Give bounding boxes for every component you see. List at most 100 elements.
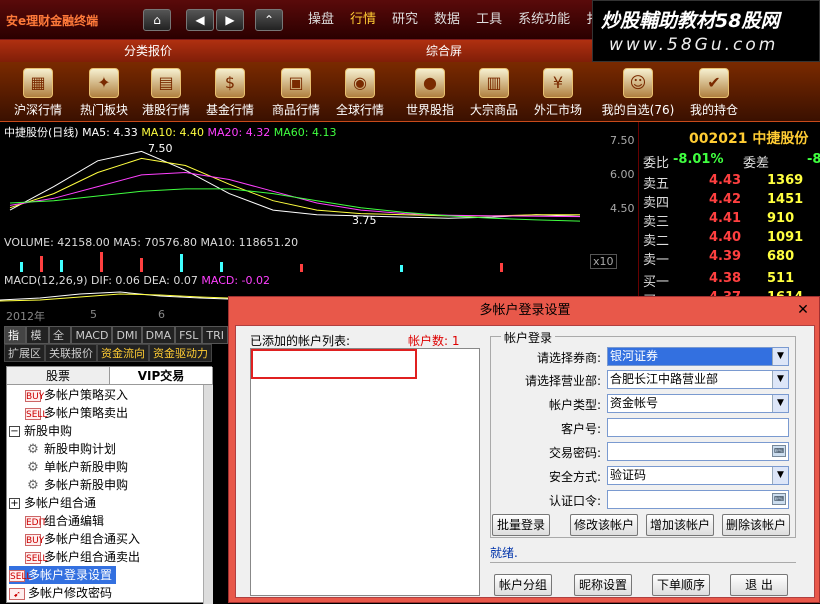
chevron-down-icon[interactable]: ▼ bbox=[772, 467, 788, 484]
tree-item-ipo-subscribe[interactable]: − 新股申购 bbox=[9, 422, 72, 440]
tool-my-watchlist[interactable]: ☺ 我的自选(76) bbox=[598, 62, 678, 122]
exit-button[interactable]: 退 出 bbox=[730, 574, 788, 596]
tree-item-ipo-plan[interactable]: ⚙ 新股申购计划 bbox=[25, 440, 116, 458]
auth-code-label: 认证口令: bbox=[548, 494, 601, 508]
tab-fund-flow[interactable]: 资金流向 bbox=[97, 344, 149, 362]
tab-template[interactable]: 模板 bbox=[26, 326, 49, 360]
add-account-button[interactable]: 增加该帐户 bbox=[646, 514, 714, 536]
ask4-row[interactable]: 卖四 4.42 1451 bbox=[643, 192, 819, 211]
tree-tab-stock[interactable]: 股票 bbox=[7, 367, 110, 384]
client-id-input[interactable] bbox=[607, 418, 789, 437]
chevron-down-icon[interactable]: ▼ bbox=[772, 395, 788, 412]
dialog-title: 多帐户登录设置 bbox=[479, 303, 571, 318]
chevron-down-icon[interactable]: ▼ bbox=[772, 348, 788, 365]
left-arrow-icon: ◀ bbox=[195, 13, 205, 27]
tree-item-single-ipo[interactable]: ⚙ 单帐户新股申购 bbox=[25, 458, 128, 476]
tree-item-multi-strategy-buy[interactable]: BUY多帐户策略买入 bbox=[25, 386, 128, 404]
broker-select[interactable]: 银河证券 ▼ bbox=[607, 347, 789, 366]
menu-system[interactable]: 系统功能 bbox=[510, 0, 578, 40]
ask1-row[interactable]: 卖一 4.39 680 bbox=[643, 249, 819, 268]
tab-tri[interactable]: TRI bbox=[202, 326, 229, 344]
tree-item-multi-change-password[interactable]: ➹ 多帐户修改密码 bbox=[9, 584, 112, 602]
tab-macd[interactable]: MACD bbox=[71, 326, 113, 344]
delete-account-button[interactable]: 删除该帐户 bbox=[722, 514, 790, 536]
close-icon[interactable]: ✕ bbox=[795, 302, 811, 318]
quote-stock-code-name: 002021 中捷股份 bbox=[689, 131, 809, 147]
back-button[interactable]: ◀ bbox=[186, 9, 214, 31]
nickname-settings-button[interactable]: 昵称设置 bbox=[574, 574, 632, 596]
menu-tools[interactable]: 工具 bbox=[468, 0, 510, 40]
main-menu: 操盘 行情 研究 数据 工具 系统功能 扌 bbox=[300, 0, 607, 40]
tool-sh-sz-quotes[interactable]: ▦ 沪深行情 bbox=[6, 62, 70, 122]
account-list[interactable] bbox=[250, 348, 480, 596]
tree-item-combo-edit[interactable]: EDIT组合通编辑 bbox=[25, 512, 104, 530]
tree-item-multi-strategy-sell[interactable]: SELL多帐户策略卖出 bbox=[25, 404, 128, 422]
trade-password-label: 交易密码: bbox=[548, 446, 601, 460]
tree-item-combo-sell[interactable]: SELL多帐户组合通卖出 bbox=[25, 548, 140, 566]
ask2-row[interactable]: 卖二 4.40 1091 bbox=[643, 230, 819, 249]
tree-item-multi-login-settings[interactable]: SELL多帐户登录设置 bbox=[9, 566, 117, 584]
tree-tab-vip-trade[interactable]: VIP交易 bbox=[110, 367, 213, 384]
tool-hot-sector[interactable]: ✦ 热门板块 bbox=[72, 62, 136, 122]
volume-unit-label: x10 bbox=[590, 254, 617, 269]
tool-forex[interactable]: ¥ 外汇市场 bbox=[526, 62, 590, 122]
auth-code-input[interactable]: ⌨ bbox=[607, 490, 789, 509]
tab-dmi[interactable]: DMI bbox=[112, 326, 142, 344]
forward-button[interactable]: ▶ bbox=[216, 9, 244, 31]
tool-my-holdings[interactable]: ✔ 我的持仓 bbox=[682, 62, 746, 122]
tool-global-quotes[interactable]: ◉ 全球行情 bbox=[328, 62, 392, 122]
tab-related-quotes[interactable]: 关联报价 bbox=[45, 344, 97, 362]
section-category-quotes[interactable]: 分类报价 bbox=[0, 40, 296, 62]
hk-stock-icon: ▤ bbox=[151, 68, 181, 98]
chevron-down-icon[interactable]: ▼ bbox=[772, 371, 788, 388]
volume-bars bbox=[20, 252, 503, 272]
tool-world-index[interactable]: ● 世界股指 bbox=[398, 62, 462, 122]
tool-commodity-quotes[interactable]: ▣ 商品行情 bbox=[264, 62, 328, 122]
collapse-up-button[interactable]: ⌃ bbox=[255, 9, 283, 31]
tree-item-multi-ipo[interactable]: ⚙ 多帐户新股申购 bbox=[25, 476, 128, 494]
expand-icon[interactable]: + bbox=[9, 498, 20, 509]
keyboard-icon[interactable]: ⌨ bbox=[772, 493, 786, 505]
tool-fund-quotes[interactable]: $ 基金行情 bbox=[198, 62, 262, 122]
branch-label: 请选择营业部: bbox=[524, 374, 601, 388]
double-up-icon: ⌃ bbox=[263, 13, 275, 27]
tree-item-combo-buy[interactable]: BUY多帐户组合通买入 bbox=[25, 530, 140, 548]
tab-extension[interactable]: 扩展区 bbox=[4, 344, 45, 362]
ask3-row[interactable]: 卖三 4.41 910 bbox=[643, 211, 819, 230]
tab-indicator[interactable]: 指标 bbox=[4, 326, 27, 360]
quote-ratio-row: 委比 -8.01% 委差 -81 bbox=[643, 152, 820, 171]
keyboard-icon[interactable]: ⌨ bbox=[772, 445, 786, 457]
account-type-select[interactable]: 资金帐号 ▼ bbox=[607, 394, 789, 413]
menu-quotes[interactable]: 行情 bbox=[342, 0, 384, 40]
tab-fund-driver[interactable]: 资金驱动力 bbox=[149, 344, 212, 362]
menu-research[interactable]: 研究 bbox=[384, 0, 426, 40]
order-sequence-button[interactable]: 下单顺序 bbox=[652, 574, 710, 596]
tool-bulk-commodity[interactable]: ▥ 大宗商品 bbox=[462, 62, 526, 122]
collapse-icon[interactable]: − bbox=[9, 426, 20, 437]
kline-chart-area[interactable]: 中捷股份(日线) MA5: 4.33 MA10: 4.40 MA20: 4.32… bbox=[0, 122, 638, 323]
tab-fsl[interactable]: FSL bbox=[175, 326, 203, 344]
tab-all[interactable]: 全部 bbox=[48, 326, 72, 360]
my-watchlist-icon: ☺ bbox=[623, 68, 653, 98]
section-bar: 分类报价 综合屏 bbox=[0, 40, 592, 62]
tab-dma[interactable]: DMA bbox=[141, 326, 176, 344]
batch-login-button[interactable]: 批量登录 bbox=[492, 514, 550, 536]
x-tick-1: 5 bbox=[90, 308, 97, 321]
tree-scrollbar[interactable] bbox=[203, 385, 213, 604]
lock-icon: ➹ bbox=[9, 587, 25, 600]
menu-trade[interactable]: 操盘 bbox=[300, 0, 342, 40]
tool-hk-quotes[interactable]: ▤ 港股行情 bbox=[134, 62, 198, 122]
y-tick-2: 6.00 bbox=[610, 168, 635, 181]
bid1-row[interactable]: 买一 4.38 511 bbox=[643, 271, 819, 290]
account-login-group: 帐户登录 请选择券商: 银河证券 ▼ 请选择营业部: 合肥长江中路营业部 ▼ 帐户类… bbox=[490, 329, 796, 538]
home-button[interactable]: ⌂ bbox=[143, 9, 171, 31]
trade-password-input[interactable]: ⌨ bbox=[607, 442, 789, 461]
security-mode-select[interactable]: 验证码 ▼ bbox=[607, 466, 789, 485]
menu-data[interactable]: 数据 bbox=[426, 0, 468, 40]
section-composite[interactable]: 综合屏 bbox=[296, 40, 592, 62]
ask5-row[interactable]: 卖五 4.43 1369 bbox=[643, 173, 819, 192]
modify-account-button[interactable]: 修改该帐户 bbox=[570, 514, 638, 536]
account-group-button[interactable]: 帐户分组 bbox=[494, 574, 552, 596]
tree-item-multi-combo[interactable]: + 多帐户组合通 bbox=[9, 494, 96, 512]
branch-select[interactable]: 合肥长江中路营业部 ▼ bbox=[607, 370, 789, 389]
